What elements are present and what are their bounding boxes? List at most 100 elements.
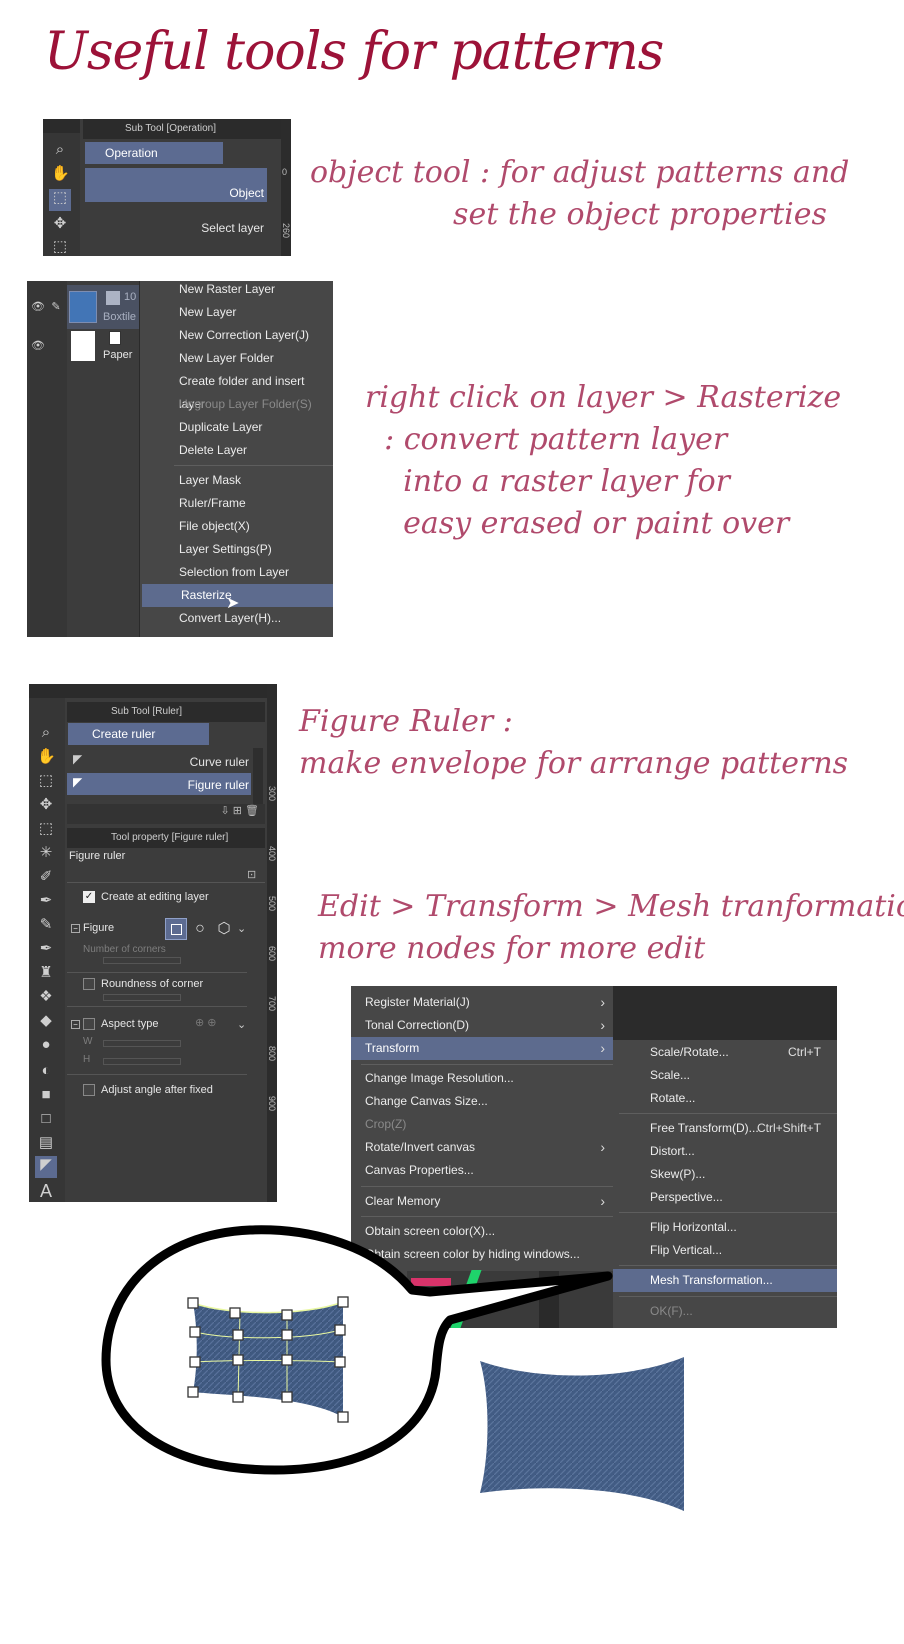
menu-change-resolution[interactable]: Change Image Resolution... <box>351 1067 613 1090</box>
hand-icon[interactable]: ✋ <box>51 165 70 183</box>
menu-layer-mask[interactable]: Layer Mask <box>140 469 333 492</box>
eraser-icon[interactable]: ◆ <box>37 1012 55 1030</box>
brush-icon[interactable]: ✒ <box>37 940 55 958</box>
decoration-icon[interactable]: ❖ <box>37 988 55 1006</box>
gradient-icon[interactable]: ■ <box>37 1086 55 1104</box>
subtool-object[interactable]: Object <box>85 168 267 202</box>
transform-submenu: Scale/Rotate... Ctrl+T Scale... Rotate...… <box>613 1040 837 1328</box>
menu-rotate-invert[interactable]: Rotate/Invert canvas › <box>351 1136 613 1159</box>
pencil-icon[interactable]: ✎ <box>37 916 55 934</box>
marquee-icon[interactable]: ⬚ <box>51 238 69 256</box>
submenu-scale-rotate[interactable]: Scale/Rotate... Ctrl+T <box>613 1041 837 1064</box>
blend-icon[interactable]: ● <box>37 1036 55 1054</box>
menu-delete-layer[interactable]: Delete Layer <box>140 439 333 462</box>
submenu-rotate[interactable]: Rotate... <box>613 1087 837 1110</box>
menu-tonal-correction[interactable]: Tonal Correction(D) › <box>351 1014 613 1037</box>
menu-new-raster-layer[interactable]: New Raster Layer <box>140 278 333 301</box>
fill-icon[interactable]: ◐ <box>37 1062 55 1080</box>
menu-layer-settings[interactable]: Layer Settings(P) <box>140 538 333 561</box>
object-tool-panel: ⌕ ✋ ⬚ ✥ ⬚ Sub Tool [Operation] Operation… <box>43 119 291 256</box>
vertical-ruler-strip: 300 400 500 600 700 800 900 <box>267 684 277 1202</box>
submenu-distort[interactable]: Distort... <box>613 1140 837 1163</box>
menu-selection-from-layer[interactable]: Selection from Layer <box>140 561 333 584</box>
menu-clear-memory[interactable]: Clear Memory › <box>351 1190 613 1213</box>
submenu-perspective[interactable]: Perspective... <box>613 1186 837 1209</box>
aspect-collapse-icon[interactable]: − <box>71 1020 80 1029</box>
menu-change-canvas-size[interactable]: Change Canvas Size... <box>351 1090 613 1113</box>
roundness-slider[interactable] <box>103 994 181 1001</box>
ruler-tool-icon[interactable]: ◤ <box>35 1156 57 1178</box>
layer-row-paper[interactable]: 👁 Paper <box>27 329 139 365</box>
subtool-scrollbar[interactable] <box>253 748 263 806</box>
menu-create-folder-insert[interactable]: Create folder and insert layer <box>140 370 333 411</box>
height-field[interactable] <box>103 1058 181 1065</box>
zoom-icon[interactable]: ⌕ <box>51 141 69 159</box>
menu-new-correction-layer[interactable]: New Correction Layer(J) <box>140 324 333 347</box>
create-at-editing-checkbox[interactable]: ✓ <box>83 891 95 903</box>
tool-column: ⌕ ✋ ⬚ ✥ ⬚ <box>43 119 80 256</box>
submenu-flip-horizontal[interactable]: Flip Horizontal... <box>613 1216 837 1239</box>
submenu-skew[interactable]: Skew(P)... <box>613 1163 837 1186</box>
width-field[interactable] <box>103 1040 181 1047</box>
layer-panel: 👁 ✎ 10 Boxtile 👁 Paper New Raster Layer … <box>27 281 333 637</box>
figure-icon[interactable]: □ <box>37 1110 55 1128</box>
mesh-note: Edit > Transform > Mesh tranformation mo… <box>318 889 904 966</box>
ruler-strip: 0 260 <box>281 119 291 256</box>
corners-slider[interactable] <box>103 957 181 964</box>
lock-icon[interactable]: ⊡ <box>247 868 256 881</box>
menu-register-material[interactable]: Register Material(J) › <box>351 991 613 1014</box>
ruler-subtool-header: Sub Tool [Ruler] <box>67 702 265 722</box>
submenu-ok: OK(F)... <box>650 1304 693 1318</box>
zoom-icon[interactable]: ⌕ <box>37 724 55 742</box>
subtool-select-layer[interactable]: Select layer <box>85 205 267 237</box>
menu-ruler-frame[interactable]: Ruler/Frame <box>140 492 333 515</box>
menu-transform[interactable]: Transform › <box>351 1037 613 1060</box>
aspect-checkbox[interactable] <box>83 1018 95 1030</box>
operation-group[interactable]: Operation <box>85 142 223 164</box>
object-tool-note: object tool : for adjust patterns and se… <box>310 155 850 232</box>
pen-icon: ✎ <box>51 301 61 313</box>
figure-polygon-button[interactable]: ⬡ <box>213 918 235 940</box>
eye-icon[interactable]: 👁 <box>29 337 47 355</box>
subtool-figure-ruler[interactable]: ◤ Figure ruler <box>67 773 251 795</box>
mesh-result-preview <box>480 1357 684 1511</box>
adjust-angle-checkbox[interactable] <box>83 1084 95 1096</box>
submenu-free-transform[interactable]: Free Transform(D)... Ctrl+Shift+T <box>613 1117 837 1140</box>
menu-new-layer[interactable]: New Layer <box>140 301 333 324</box>
object-icon[interactable]: ⬚ <box>37 772 55 790</box>
hand-icon[interactable]: ✋ <box>37 748 56 766</box>
chevron-down-icon[interactable]: ⌄ <box>237 922 246 935</box>
airbrush-icon[interactable]: ♜ <box>37 964 55 982</box>
ruler-tool-column: ⌕ ✋ ⬚ ✥ ⬚ ✳ ✐ ✒ ✎ ✒ ♜ ❖ ◆ ● ◐ ■ □ ▤ ◤ A <box>29 698 65 1202</box>
eyedropper-icon[interactable]: ✐ <box>37 868 55 886</box>
menu-canvas-properties[interactable]: Canvas Properties... <box>351 1159 613 1182</box>
aspect-preset-icons[interactable]: ⊕ ⊕ <box>195 1016 217 1029</box>
roundness-checkbox[interactable] <box>83 978 95 990</box>
menu-crop: Crop(Z) <box>365 1117 407 1131</box>
marquee-icon[interactable]: ⬚ <box>37 820 55 838</box>
subtool-curve-ruler[interactable]: ◤ Curve ruler <box>67 750 251 772</box>
submenu-scale[interactable]: Scale... <box>613 1064 837 1087</box>
figure-ruler-panel: ⌕ ✋ ⬚ ✥ ⬚ ✳ ✐ ✒ ✎ ✒ ♜ ❖ ◆ ● ◐ ■ □ ▤ ◤ A … <box>29 684 277 1202</box>
mouse-cursor-icon: ➤ <box>226 595 240 612</box>
menu-duplicate-layer[interactable]: Duplicate Layer <box>140 416 333 439</box>
text-icon[interactable]: A <box>37 1182 55 1200</box>
figure-collapse-icon[interactable]: − <box>71 924 80 933</box>
submenu-mesh-transformation[interactable]: Mesh Transformation... <box>613 1269 837 1292</box>
figure-rect-button[interactable] <box>165 918 187 940</box>
menu-file-object[interactable]: File object(X) <box>140 515 333 538</box>
frame-icon[interactable]: ▤ <box>37 1134 55 1152</box>
chevron-down-icon[interactable]: ⌄ <box>237 1018 246 1031</box>
submenu-flip-vertical[interactable]: Flip Vertical... <box>613 1239 837 1262</box>
figure-ellipse-button[interactable]: ○ <box>189 918 211 940</box>
menu-new-layer-folder[interactable]: New Layer Folder <box>140 347 333 370</box>
move-icon[interactable]: ✥ <box>37 796 55 814</box>
pen-icon[interactable]: ✒ <box>37 892 55 910</box>
menu-ungroup-folder: Ungroup Layer Folder(S) <box>179 397 312 411</box>
subtool-header: Sub Tool [Operation] <box>83 119 281 139</box>
object-tool-icon[interactable]: ⬚ <box>49 189 71 211</box>
eye-icon[interactable]: 👁 <box>29 298 47 316</box>
create-ruler-group[interactable]: Create ruler <box>68 723 209 745</box>
move-icon[interactable]: ✥ <box>51 215 69 233</box>
magic-wand-icon[interactable]: ✳ <box>37 844 55 862</box>
